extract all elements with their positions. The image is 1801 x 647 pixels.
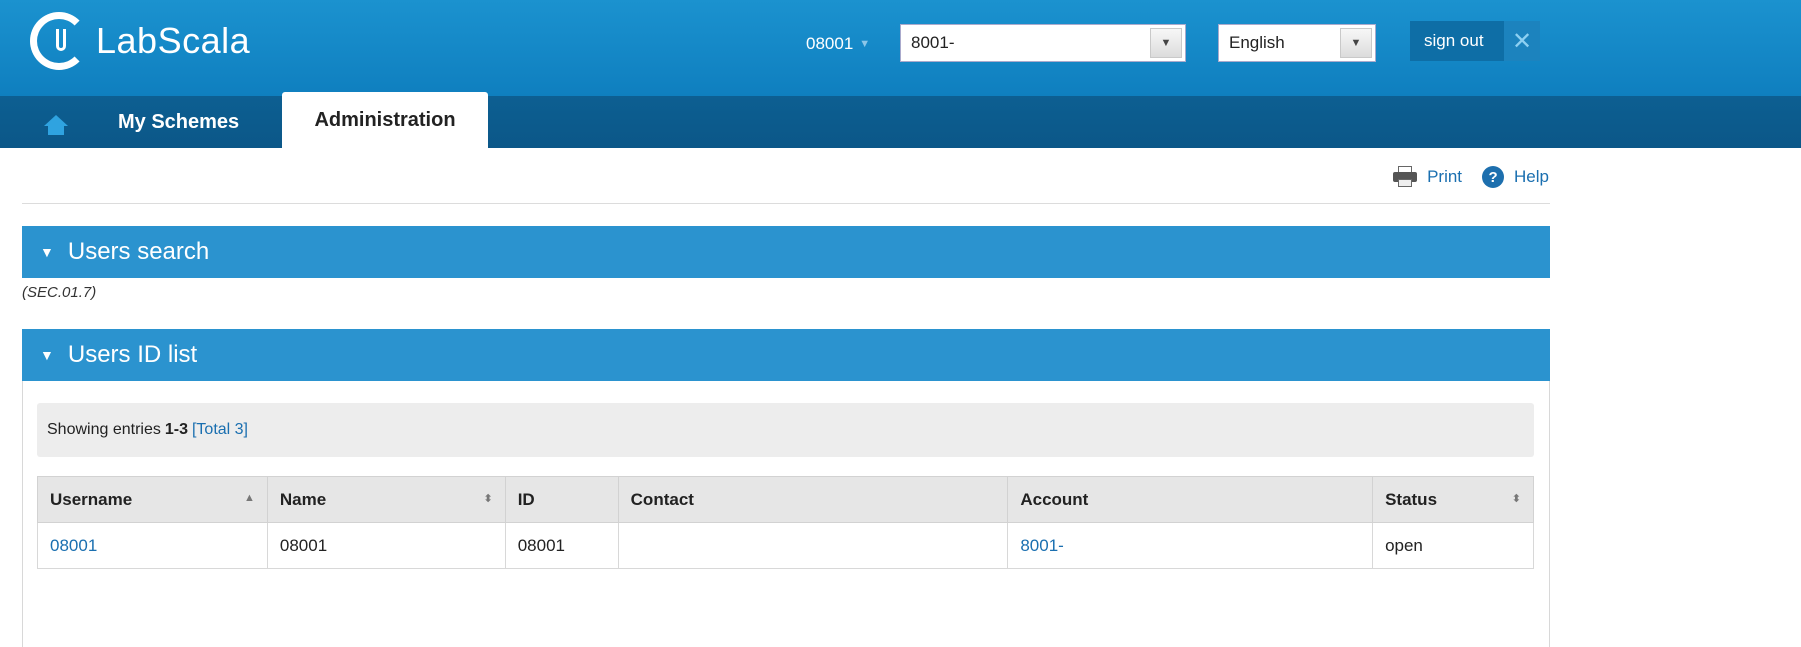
help-label: Help: [1514, 167, 1549, 186]
panel-title: Users search: [67, 238, 210, 265]
logo-icon: [30, 12, 88, 70]
account-code: 08001: [806, 34, 854, 53]
sign-out-label: sign out: [1424, 31, 1484, 50]
dropdown-arrow-icon[interactable]: ▼: [1150, 28, 1182, 58]
cell-account[interactable]: 8001-: [1007, 522, 1374, 569]
col-header-account: Account: [1007, 476, 1374, 523]
cell-username[interactable]: 08001: [37, 522, 268, 569]
users-search-panel-header[interactable]: ▼ Users search: [22, 226, 1550, 278]
tab-my-schemes[interactable]: My Schemes: [98, 96, 259, 148]
cell-name: 08001: [266, 522, 506, 569]
cell-contact: [617, 522, 1009, 569]
panel-title: Users ID list: [67, 341, 198, 368]
top-header: LabScala 08001 ▼ 8001- ▼ English ▼ sign …: [0, 0, 1801, 96]
language-select[interactable]: English ▼: [1218, 24, 1376, 62]
tab-administration[interactable]: Administration: [282, 92, 488, 148]
sort-icon: ⬍: [1511, 493, 1521, 505]
dropdown-arrow-icon[interactable]: ▼: [1340, 28, 1372, 58]
users-list-panel-header[interactable]: ▼ Users ID list: [22, 329, 1550, 381]
sort-icon: ⬍: [483, 493, 493, 505]
nav-home[interactable]: [34, 108, 78, 142]
sign-out-button[interactable]: sign out ✕: [1410, 21, 1540, 61]
col-header-username[interactable]: Username ▲: [37, 476, 268, 523]
toolbar-divider: [22, 203, 1550, 204]
showing-prefix: Showing entries: [47, 421, 161, 438]
collapse-triangle-icon: ▼: [40, 244, 54, 260]
help-link[interactable]: ? Help: [1482, 166, 1549, 188]
printer-icon: [1393, 166, 1418, 188]
collapse-triangle-icon: ▼: [40, 347, 54, 363]
showing-range: 1-3: [164, 421, 188, 438]
app-name: LabScala: [96, 20, 251, 61]
chevron-down-icon: ▼: [859, 38, 871, 50]
users-table: Username ▲ Name ⬍ ID Contact Account Statu…: [37, 476, 1534, 569]
table-header-row: Username ▲ Name ⬍ ID Contact Account Statu…: [37, 476, 1534, 523]
entries-summary: Showing entries 1-3 [Total 3]: [37, 403, 1534, 457]
col-header-status[interactable]: Status ⬍: [1372, 476, 1534, 523]
col-header-name[interactable]: Name ⬍: [266, 476, 506, 523]
cell-id: 08001: [504, 522, 619, 569]
page-code: (SEC.01.7): [22, 284, 97, 301]
cell-status: open: [1372, 522, 1534, 569]
close-icon[interactable]: ✕: [1504, 21, 1540, 61]
total-link[interactable]: [Total 3]: [192, 421, 248, 439]
print-label: Print: [1427, 167, 1463, 186]
help-icon: ?: [1482, 166, 1505, 188]
language-select-value: English: [1229, 33, 1285, 52]
col-header-contact: Contact: [617, 476, 1009, 523]
home-icon: [44, 115, 68, 135]
table-row: 08001 08001 08001 8001- open: [37, 522, 1534, 569]
page-toolbar: Print ? Help: [1393, 166, 1549, 188]
main-nav: My Schemes Administration: [0, 92, 1801, 148]
sort-ascending-icon: ▲: [243, 492, 255, 504]
account-select-value: 8001-: [911, 33, 955, 52]
account-select[interactable]: 8001- ▼: [900, 24, 1186, 62]
print-link[interactable]: Print: [1393, 166, 1462, 188]
col-header-id: ID: [504, 476, 619, 523]
app-logo[interactable]: LabScala: [30, 12, 250, 70]
account-switcher[interactable]: 08001 ▼: [806, 34, 870, 54]
